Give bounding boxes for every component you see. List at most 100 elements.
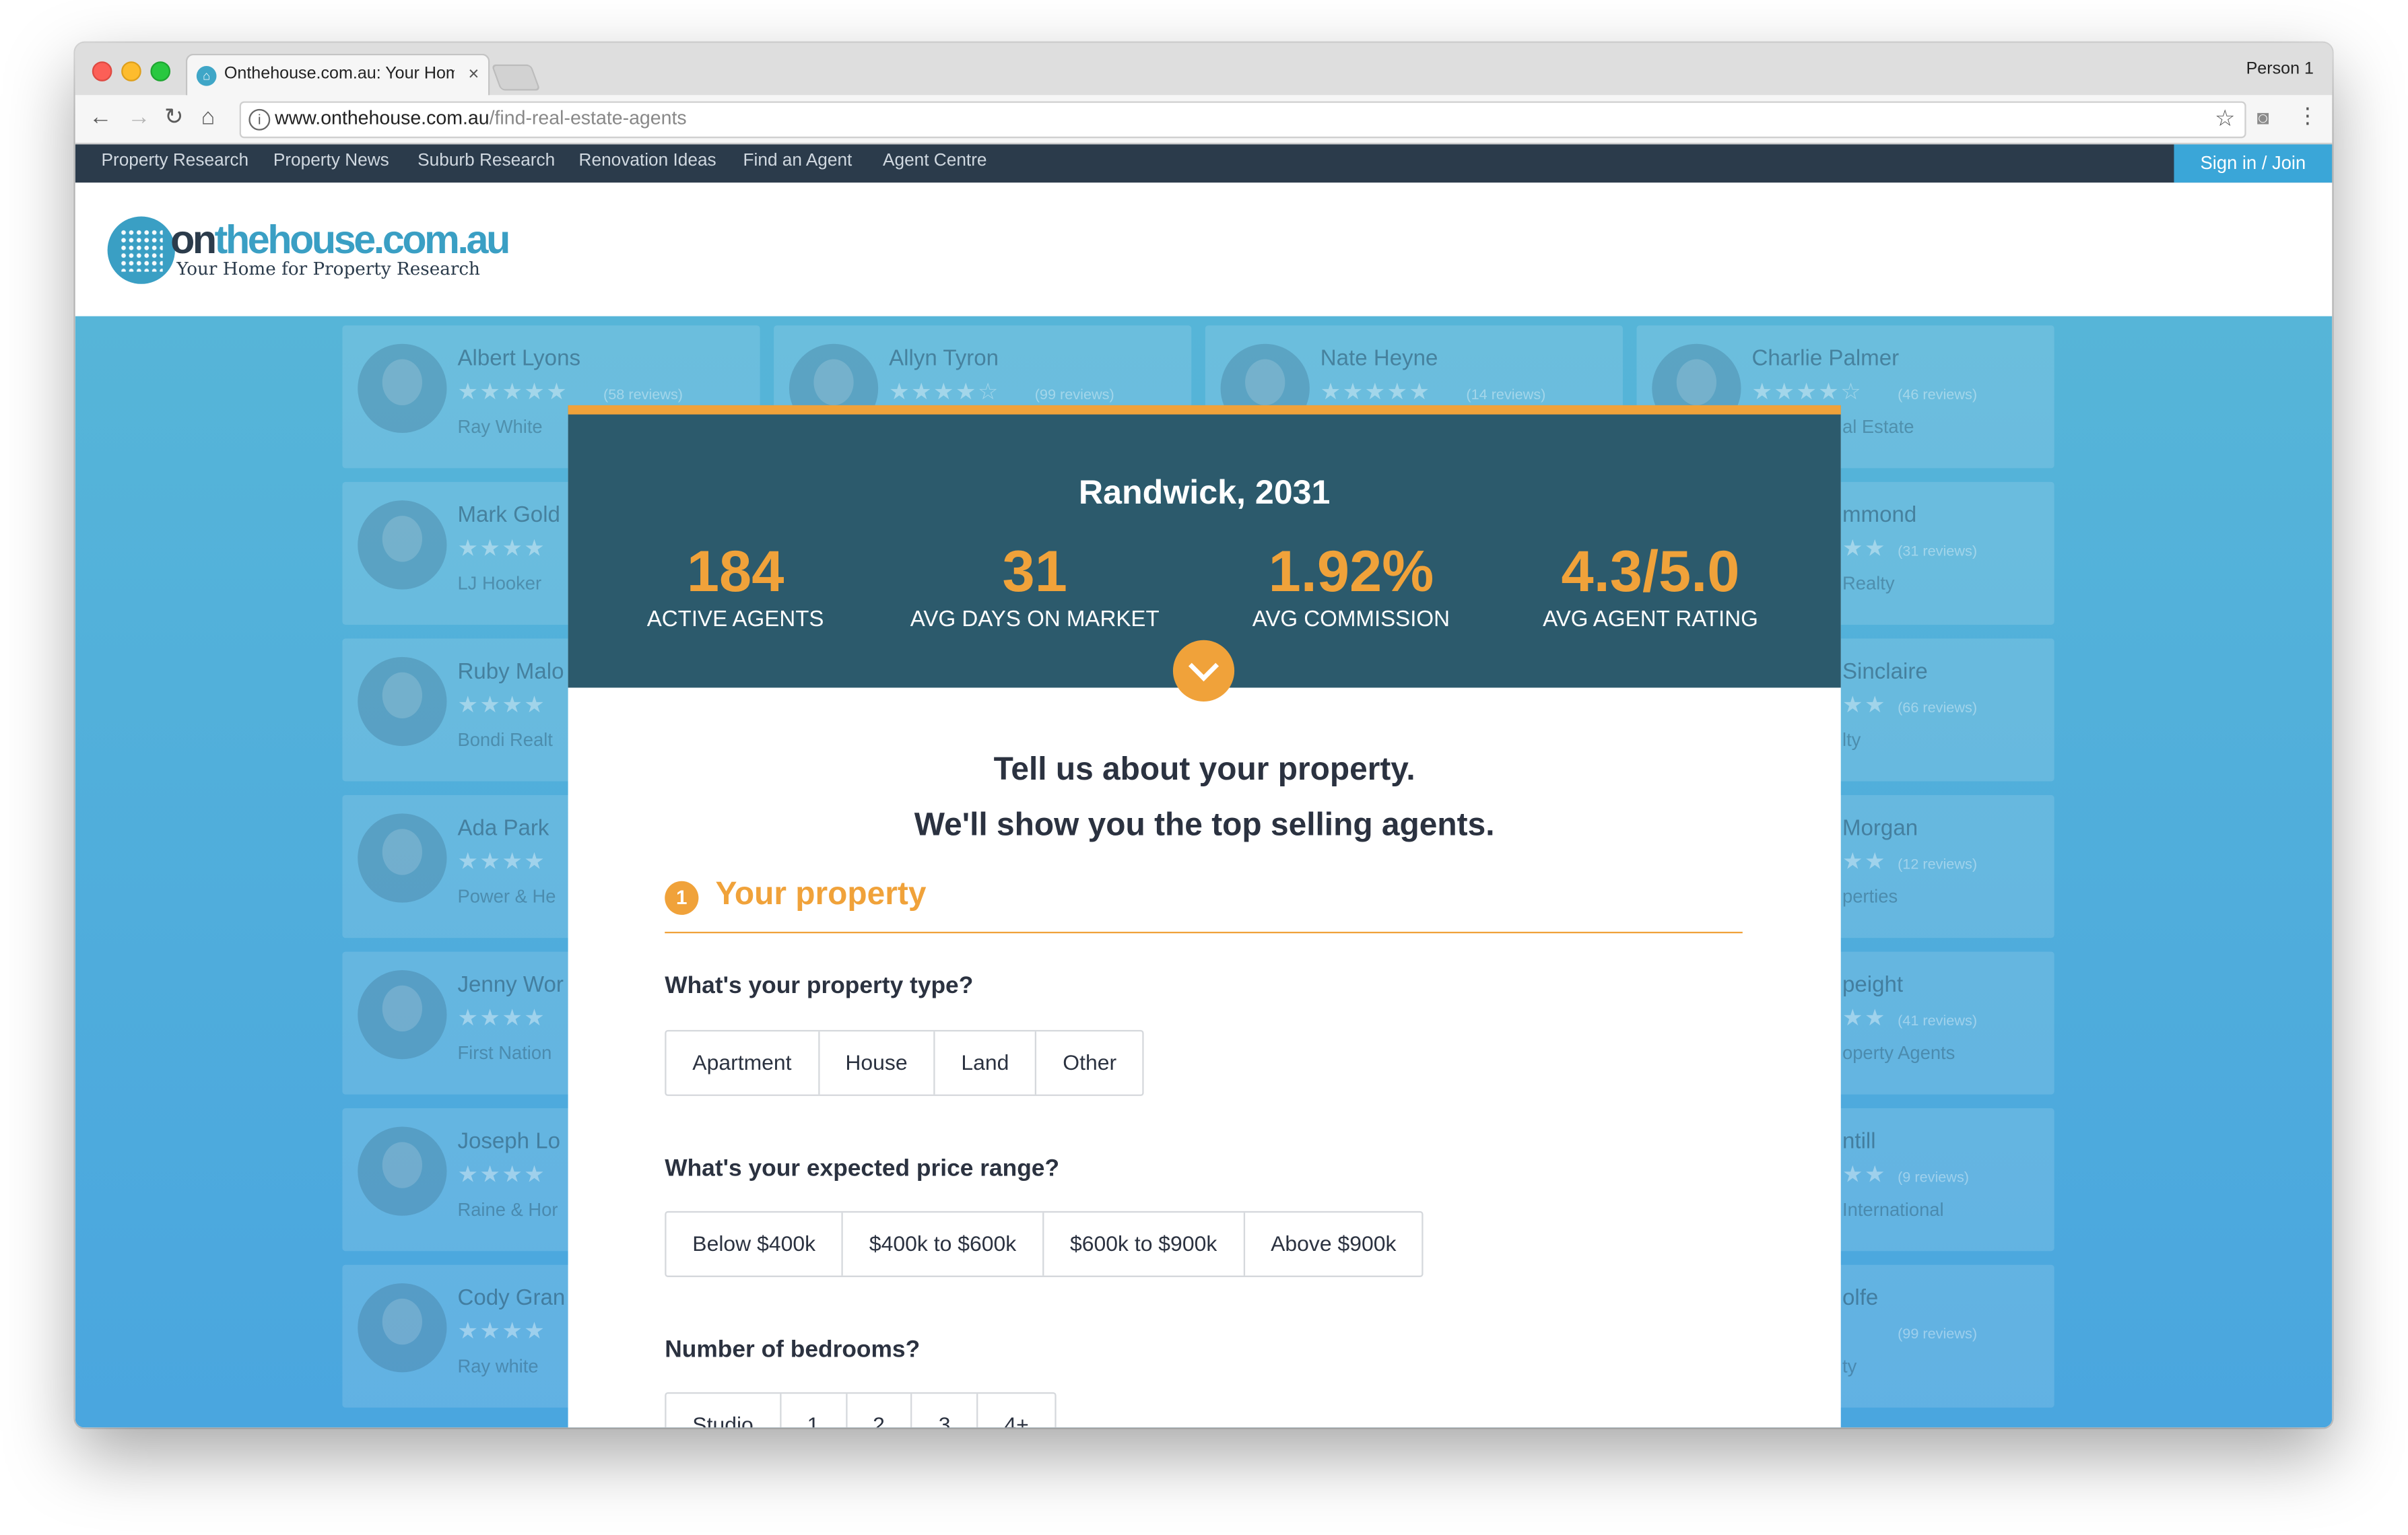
bookmark-star-icon[interactable]: ☆ [2215, 104, 2236, 132]
rating-stars-icon: ★★ [1842, 535, 1887, 562]
rating-stars-icon: ★★ [1842, 1005, 1887, 1032]
rating-stars-icon: ★★★★★ [1320, 379, 1432, 405]
rating-stars-icon: ★★ [1842, 1161, 1887, 1188]
new-tab-button[interactable] [491, 64, 541, 91]
forward-icon[interactable]: → [127, 104, 150, 132]
nav-property-news[interactable]: Property News [273, 152, 389, 170]
agent-agency: Power & He [457, 885, 556, 908]
back-icon[interactable]: ← [89, 104, 112, 132]
agent-agency: Ray White [457, 415, 543, 438]
sign-in-button[interactable]: Sign in / Join [2174, 144, 2333, 183]
option-4-plus-bedrooms[interactable]: 4+ [976, 1394, 1055, 1428]
option-other[interactable]: Other [1035, 1031, 1143, 1095]
avatar [358, 1126, 447, 1216]
bedroom-options: Studio 1 2 3 4+ [665, 1392, 1057, 1428]
tab-close-icon[interactable]: × [468, 63, 479, 84]
menu-icon[interactable]: ⋮ [2297, 103, 2318, 129]
close-window-button[interactable] [92, 61, 112, 81]
rating-stars-icon: ★★★★ [457, 848, 547, 875]
agent-agency: Realty [1842, 572, 1895, 594]
rating-stars-icon: ★★ [1842, 848, 1887, 875]
web-page: Property Research Property News Suburb R… [75, 144, 2333, 1428]
review-count: (99 reviews) [1034, 386, 1114, 404]
agent-agency: al Estate [1842, 415, 1914, 438]
agent-agency: ty [1842, 1355, 1857, 1377]
profile-label[interactable]: Person 1 [2246, 60, 2314, 78]
review-count: (99 reviews) [1898, 1326, 1978, 1343]
stat-label: ACTIVE AGENTS [646, 607, 824, 633]
rating-stars-icon: ★★★★☆ [1751, 379, 1863, 405]
nav-find-an-agent[interactable]: Find an Agent [743, 152, 852, 170]
avatar [358, 343, 447, 433]
option-400k-600k[interactable]: $400k to $600k [841, 1213, 1042, 1276]
avatar [358, 656, 447, 747]
agent-agency: First Nation [457, 1042, 552, 1064]
avatar [358, 1283, 447, 1373]
agent-name: Mark Gold [457, 503, 560, 528]
option-600k-900k[interactable]: $600k to $900k [1042, 1213, 1243, 1276]
browser-tab[interactable]: ⌂ Onthehouse.com.au: Your Home × [185, 53, 490, 97]
agent-name: Morgan [1842, 816, 1918, 842]
agent-name: mmond [1842, 503, 1917, 528]
review-count: (41 reviews) [1898, 1013, 1978, 1030]
option-above-900k[interactable]: Above $900k [1243, 1213, 1422, 1276]
review-count: (46 reviews) [1898, 386, 1978, 404]
agent-name: Ada Park [457, 816, 549, 842]
info-icon[interactable]: i [248, 108, 271, 131]
reload-icon[interactable]: ↻ [164, 104, 184, 132]
agent-agency: LJ Hooker [457, 572, 542, 594]
rating-stars-icon: ★★★★ [457, 1161, 547, 1188]
section-number-badge: 1 [665, 881, 699, 915]
agent-name: Charlie Palmer [1751, 347, 1900, 372]
nav-property-research[interactable]: Property Research [101, 152, 248, 170]
avatar [358, 969, 447, 1060]
nav-renovation-ideas[interactable]: Renovation Ideas [579, 152, 716, 170]
stat-avg-rating: 4.3/5.0 AVG AGENT RATING [1497, 541, 1804, 633]
address-bar[interactable]: i www.onthehouse.com.au/find-real-estate… [239, 101, 2246, 139]
url-host: www.onthehouse.com.au [275, 107, 490, 129]
option-2-bedrooms[interactable]: 2 [845, 1394, 911, 1428]
minimize-window-button[interactable] [121, 61, 141, 81]
agent-agency: perties [1842, 885, 1898, 908]
stat-active-agents: 184 ACTIVE AGENTS [582, 541, 889, 633]
agent-name: Nate Heyne [1320, 347, 1438, 372]
agent-agency: lty [1842, 729, 1861, 751]
stat-avg-commission: 1.92% AVG COMMISSION [1197, 541, 1504, 633]
option-3-bedrooms[interactable]: 3 [910, 1394, 977, 1428]
nav-agent-centre[interactable]: Agent Centre [883, 152, 987, 170]
option-1-bedroom[interactable]: 1 [779, 1394, 846, 1428]
browser-toolbar: ← → ↻ ⌂ i www.onthehouse.com.au/find-rea… [75, 95, 2333, 145]
stat-value: 31 [1002, 540, 1067, 605]
property-modal: Randwick, 2031 184 ACTIVE AGENTS 31 AVG DA… [568, 405, 1841, 1428]
stat-avg-days: 31 AVG DAYS ON MARKET [881, 541, 1189, 633]
price-range-question: What's your expected price range? [665, 1155, 1060, 1182]
bedrooms-question: Number of bedrooms? [665, 1336, 921, 1363]
chevron-down-icon[interactable] [1172, 640, 1235, 702]
nav-suburb-research[interactable]: Suburb Research [417, 152, 555, 170]
headline-2: We'll show you the top selling agents. [914, 807, 1495, 843]
review-count: (9 reviews) [1898, 1169, 1969, 1187]
logo-tagline: Your Home for Property Research [176, 258, 480, 279]
agent-agency: International [1842, 1198, 1944, 1221]
logo-house-icon[interactable] [107, 216, 175, 284]
section-your-property: 1 Your property [665, 877, 1743, 934]
rating-stars-icon: ★★★★ [457, 1318, 547, 1345]
tab-title: Onthehouse.com.au: Your Home [224, 64, 455, 83]
agent-name: Albert Lyons [457, 347, 580, 372]
option-house[interactable]: House [817, 1031, 933, 1095]
agent-name: Ruby Malo [457, 660, 564, 685]
zoom-window-button[interactable] [150, 61, 171, 81]
option-studio[interactable]: Studio [667, 1394, 780, 1428]
logo-wordmark[interactable]: onthehouse.com.au [170, 216, 510, 264]
agent-agency: Ray white [457, 1355, 539, 1377]
url-text[interactable]: www.onthehouse.com.au/find-real-estate-a… [275, 108, 687, 129]
home-icon[interactable]: ⌂ [201, 104, 215, 132]
option-apartment[interactable]: Apartment [667, 1031, 818, 1094]
stat-label: AVG AGENT RATING [1543, 607, 1758, 633]
site-nav: Property Research Property News Suburb R… [75, 144, 2333, 183]
option-land[interactable]: Land [933, 1031, 1035, 1095]
camera-icon[interactable]: ◙ [2257, 106, 2269, 129]
agent-agency: Raine & Hor [457, 1198, 558, 1221]
rating-stars-icon: ★★★★★ [457, 379, 569, 405]
option-below-400k[interactable]: Below $400k [667, 1213, 842, 1275]
